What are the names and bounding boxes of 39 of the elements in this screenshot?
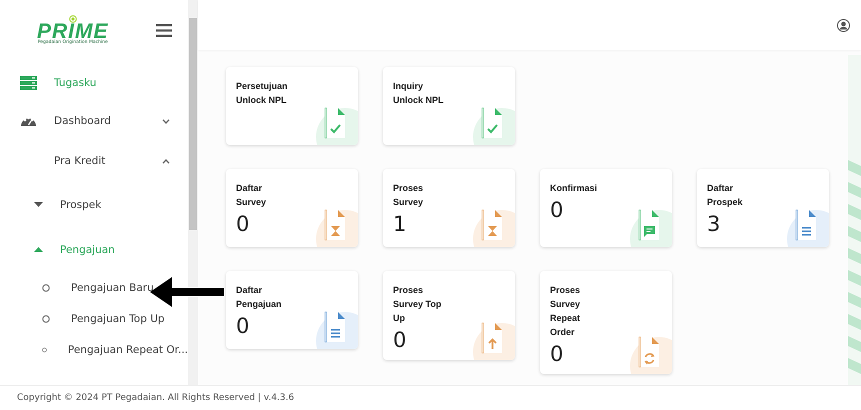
task-card[interactable]: Daftar Pengajuan 0 bbox=[226, 271, 358, 349]
list-icon bbox=[20, 76, 37, 90]
card-count: 1 bbox=[393, 212, 406, 236]
menu-icon[interactable] bbox=[156, 24, 172, 36]
card-title: Proses Survey Repeat Order bbox=[550, 284, 582, 339]
task-card[interactable]: Inquiry Unlock NPL bbox=[383, 67, 515, 145]
card-title: Proses Survey Top Up bbox=[393, 284, 442, 325]
menu-item[interactable]: Dashboard bbox=[54, 115, 111, 127]
card-title: Inquiry Unlock NPL bbox=[393, 80, 445, 107]
circle-icon bbox=[42, 284, 50, 292]
circle-icon bbox=[42, 314, 50, 322]
card-count: 0 bbox=[393, 328, 406, 352]
card-title: Proses Survey bbox=[393, 182, 424, 209]
card-count: 0 bbox=[550, 342, 564, 366]
menu-item[interactable]: Prospek bbox=[60, 198, 102, 210]
card-count: 0 bbox=[550, 198, 564, 222]
card-title: Daftar Pengajuan bbox=[236, 284, 283, 311]
card-count: 0 bbox=[236, 314, 250, 338]
card-count: 3 bbox=[707, 212, 720, 236]
submenu-item[interactable]: Pengajuan Baru bbox=[71, 282, 154, 294]
task-card[interactable]: Proses Survey Top Up 0 bbox=[383, 271, 515, 360]
scrollbar[interactable] bbox=[188, 0, 198, 385]
user-icon[interactable] bbox=[837, 18, 850, 32]
card-title: Daftar Survey bbox=[236, 182, 268, 209]
task-card[interactable]: Proses Survey Repeat Order 0 bbox=[540, 271, 672, 374]
submenu-item[interactable]: Pengajuan Top Up bbox=[71, 312, 165, 324]
copyright-text: Copyright © 2024 PT Pegadaian. All Rights Reserved | v.4.3.6 bbox=[17, 393, 294, 403]
card-title: Daftar Prospek bbox=[707, 182, 744, 209]
task-card[interactable]: Konfirmasi 0 bbox=[540, 169, 672, 247]
task-card[interactable]: Proses Survey 1 bbox=[383, 169, 515, 247]
card-title: Konfirmasi bbox=[550, 182, 598, 195]
menu-item[interactable]: Pra Kredit bbox=[54, 155, 106, 167]
submenu-item[interactable]: Pengajuan Repeat Or... bbox=[68, 344, 188, 356]
card-count: 0 bbox=[236, 212, 250, 236]
circle-icon bbox=[42, 346, 47, 354]
card-title: Persetujuan Unlock NPL bbox=[236, 80, 289, 107]
task-card[interactable]: Daftar Survey 0 bbox=[226, 169, 358, 247]
task-card[interactable]: Persetujuan Unlock NPL bbox=[226, 67, 358, 145]
task-card[interactable]: Daftar Prospek 3 bbox=[697, 169, 829, 247]
